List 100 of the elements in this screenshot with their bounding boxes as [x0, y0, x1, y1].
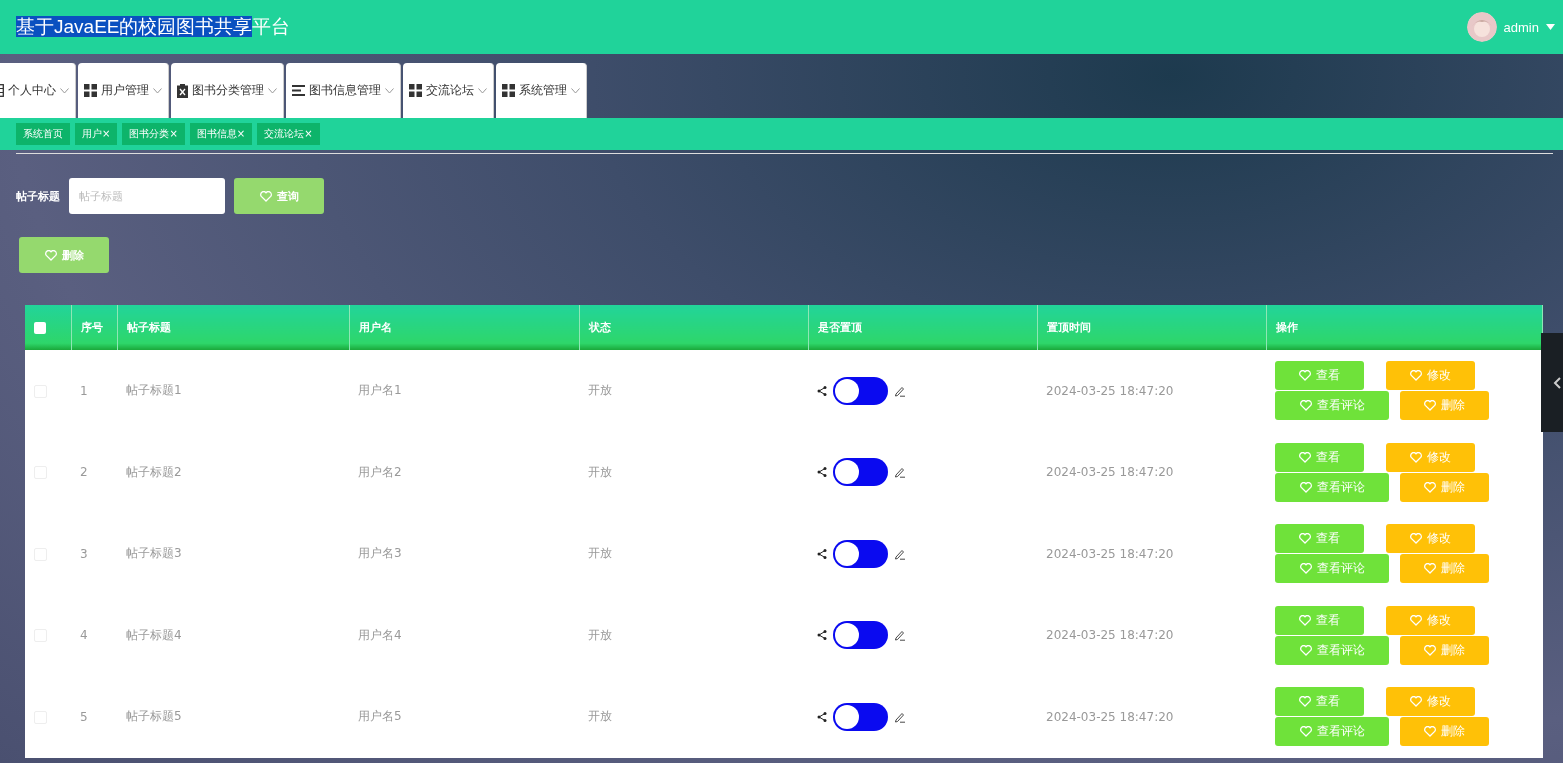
- chevron-icon: [478, 87, 487, 94]
- table-cell: 帖子标题1: [126, 383, 182, 398]
- pencil-icon[interactable]: [894, 466, 906, 479]
- column-header: 帖子标题: [126, 321, 171, 334]
- heart-icon: [1299, 533, 1311, 545]
- table-cell: 2024-03-25 18:47:20: [1046, 383, 1174, 398]
- side-panel-handle[interactable]: [1541, 333, 1563, 432]
- column-header: 是否置顶: [817, 321, 862, 334]
- table-cell: 用户名5: [358, 709, 402, 724]
- heart-icon: [1299, 370, 1311, 382]
- comments-button[interactable]: 查看评论: [1275, 391, 1389, 421]
- chevron-icon: [153, 87, 162, 94]
- page-tag[interactable]: 系统首页: [16, 123, 70, 145]
- clipboard-icon: [177, 83, 188, 98]
- share-icon[interactable]: [817, 630, 827, 641]
- delete-button[interactable]: 删除: [1400, 472, 1489, 502]
- heart-icon: [1299, 563, 1312, 575]
- heart-icon: [1424, 563, 1436, 575]
- search-button[interactable]: 查询: [234, 178, 324, 214]
- comments-button[interactable]: 查看评论: [1275, 554, 1389, 584]
- comments-button[interactable]: 查看评论: [1275, 472, 1389, 502]
- nav-menu-item[interactable]: 用户管理: [78, 63, 169, 118]
- delete-button[interactable]: 删除: [19, 237, 109, 273]
- view-button[interactable]: 查看: [1275, 524, 1364, 554]
- table-cell: 2024-03-25 18:47:20: [1046, 465, 1174, 480]
- view-button[interactable]: 查看: [1275, 605, 1364, 635]
- heart-icon: [1424, 644, 1436, 656]
- table-cell: 2024-03-25 18:47:20: [1046, 546, 1174, 561]
- chevron-icon: [385, 87, 394, 94]
- search-label: 帖子标题: [16, 188, 60, 204]
- table-cell: 帖子标题5: [126, 709, 182, 724]
- heart-icon: [1410, 696, 1422, 708]
- nav-menu-item[interactable]: 图书分类管理: [171, 63, 284, 118]
- table-cell: 2024-03-25 18:47:20: [1046, 709, 1174, 724]
- table-cell: 开放: [588, 464, 612, 479]
- pin-toggle[interactable]: [833, 621, 888, 650]
- search-field[interactable]: 帖子标题: [69, 178, 225, 214]
- page-tag[interactable]: 图书信息×: [189, 123, 253, 145]
- table-cell: 帖子标题4: [126, 627, 182, 642]
- grid-icon: [409, 84, 422, 97]
- nav-menu-item[interactable]: 个人中心: [0, 63, 76, 118]
- heart-icon: [1410, 451, 1422, 463]
- edit-button[interactable]: 修改: [1386, 605, 1475, 635]
- page-tag[interactable]: 图书分类×: [122, 123, 185, 145]
- page-tag[interactable]: 用户×: [75, 123, 118, 145]
- pin-toggle[interactable]: [833, 376, 888, 405]
- edit-button[interactable]: 修改: [1386, 442, 1475, 472]
- share-icon[interactable]: [817, 548, 827, 559]
- delete-button[interactable]: 删除: [1400, 554, 1489, 584]
- grid-icon: [502, 84, 515, 97]
- table-cell: 1: [80, 383, 88, 398]
- table-cell: 开放: [588, 546, 612, 561]
- pin-toggle[interactable]: [833, 539, 888, 568]
- pencil-icon[interactable]: [894, 629, 906, 642]
- heart-icon: [1424, 400, 1436, 412]
- chevron-icon: [60, 87, 69, 94]
- share-icon[interactable]: [817, 711, 827, 722]
- chevron-icon: [268, 87, 277, 94]
- share-icon[interactable]: [817, 385, 827, 396]
- delete-button[interactable]: 删除: [1400, 635, 1489, 665]
- table-cell: 用户名1: [358, 383, 402, 398]
- app-title: 基于JavaEE的校园图书共享平台: [16, 15, 291, 39]
- table-cell: 用户名3: [358, 546, 402, 561]
- pin-toggle[interactable]: [833, 702, 888, 731]
- edit-button[interactable]: 修改: [1386, 361, 1475, 391]
- view-button[interactable]: 查看: [1275, 687, 1364, 717]
- select-all-checkbox[interactable]: [34, 322, 46, 334]
- heart-icon: [1410, 614, 1422, 626]
- edit-button[interactable]: 修改: [1386, 687, 1475, 717]
- pencil-icon[interactable]: [894, 547, 906, 560]
- heart-icon: [259, 190, 272, 202]
- pin-toggle[interactable]: [833, 458, 888, 487]
- table-cell: 2024-03-25 18:47:20: [1046, 628, 1174, 643]
- column-header: 置顶时间: [1046, 321, 1091, 334]
- table-cell: 开放: [588, 627, 612, 642]
- delete-button[interactable]: 删除: [1400, 717, 1489, 747]
- user-name[interactable]: admin: [1503, 19, 1539, 35]
- pencil-icon[interactable]: [894, 710, 906, 723]
- column-header: 序号: [80, 321, 103, 334]
- page-tag[interactable]: 交流论坛×: [257, 123, 320, 145]
- pencil-icon[interactable]: [894, 384, 906, 397]
- comments-button[interactable]: 查看评论: [1275, 717, 1389, 747]
- edit-button[interactable]: 修改: [1386, 524, 1475, 554]
- share-icon[interactable]: [817, 467, 827, 478]
- heart-icon: [1410, 370, 1422, 382]
- table-cell: 4: [80, 628, 88, 643]
- table-cell: 开放: [588, 383, 612, 398]
- nav-menu-item[interactable]: 图书信息管理: [286, 63, 401, 118]
- view-button[interactable]: 查看: [1275, 361, 1364, 391]
- delete-button[interactable]: 删除: [1400, 391, 1489, 421]
- view-button[interactable]: 查看: [1275, 442, 1364, 472]
- column-header: 状态: [588, 321, 611, 334]
- heart-icon: [1299, 726, 1312, 738]
- table-cell: 用户名2: [358, 464, 402, 479]
- comments-button[interactable]: 查看评论: [1275, 635, 1389, 665]
- nav-menu-item[interactable]: 系统管理: [496, 63, 587, 118]
- heart-icon: [1299, 400, 1312, 412]
- table-cell: 开放: [588, 709, 612, 724]
- heart-icon: [1299, 644, 1312, 656]
- nav-menu-item[interactable]: 交流论坛: [403, 63, 494, 118]
